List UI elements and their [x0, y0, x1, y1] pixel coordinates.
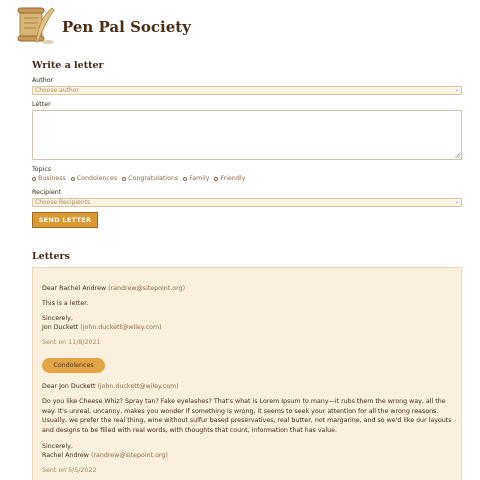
topic-option-business[interactable]: Business [32, 175, 66, 182]
send-letter-button[interactable]: SEND LETTER [32, 212, 98, 228]
letter-sent-date: Sent on 11/8/2021 [42, 339, 101, 346]
topic-label: Congratulations [128, 175, 179, 182]
recipient-email: (john.duckett@wiley.com) [97, 383, 179, 390]
author-label: Author [32, 77, 54, 84]
radio-icon[interactable] [122, 176, 127, 181]
chevron-down-icon: ⌄ [454, 199, 459, 205]
sender-email: (randrew@sitepoint.org) [90, 452, 168, 459]
resize-grip-icon[interactable] [455, 153, 460, 158]
letter-signature: Jon Duckett (john.duckett@wiley.com) [42, 324, 162, 331]
radio-icon[interactable] [183, 176, 188, 181]
topics-group: Business Condolences Congratulations Fam… [32, 175, 245, 182]
site-title[interactable]: Pen Pal Society [62, 18, 191, 36]
radio-icon[interactable] [214, 176, 219, 181]
topic-option-family[interactable]: Family [183, 175, 209, 182]
sender-name: Rachel Andrew [42, 452, 89, 459]
topic-label: Business [38, 175, 66, 182]
scroll-quill-icon [14, 4, 60, 48]
topic-label: Friendly [220, 175, 246, 182]
letter-closing: Sincerely, [42, 443, 73, 450]
letter-label: Letter [32, 101, 51, 108]
letter-textarea[interactable] [32, 110, 462, 160]
letter-body: Do you like Cheese Whiz? Spray tan? Fake… [42, 398, 452, 434]
letter-sent-date: Sent on 5/5/2022 [42, 467, 97, 474]
topics-label: Topics [32, 166, 52, 173]
letters-panel [32, 267, 462, 480]
letter-signature: Rachel Andrew (randrew@sitepoint.org) [42, 452, 168, 459]
topic-label: Condolences [76, 175, 118, 182]
recipient-label: Recipient [32, 189, 62, 196]
topic-label: Family [189, 175, 210, 182]
sender-name: Jon Duckett [42, 324, 79, 331]
sender-email: (john.duckett@wiley.com) [80, 324, 162, 331]
radio-icon[interactable] [32, 176, 36, 181]
topic-option-congratulations[interactable]: Congratulations [122, 175, 178, 182]
recipient-select-value: Choose Recipients [35, 199, 91, 206]
author-select-value: Choose author [35, 87, 79, 94]
site-header: Pen Pal Society [14, 4, 191, 48]
letter-greeting: Dear Rachel Andrew (randrew@sitepoint.or… [42, 285, 185, 292]
topic-tag-badge: Condolences [42, 358, 105, 373]
topic-option-friendly[interactable]: Friendly [214, 175, 245, 182]
letter-body: This is a letter. [42, 300, 89, 307]
topic-option-condolences[interactable]: Condolences [70, 175, 118, 182]
letter-closing: Sincerely, [42, 315, 73, 322]
recipient-name: Dear Rachel Andrew [42, 285, 107, 292]
recipient-name: Dear Jon Duckett [42, 383, 96, 390]
letters-heading: Letters [32, 251, 70, 262]
chevron-down-icon: ⌄ [454, 87, 459, 93]
recipient-email: (randrew@sitepoint.org) [108, 285, 186, 292]
author-select[interactable]: Choose author ⌄ [32, 86, 462, 95]
letter-greeting: Dear Jon Duckett (john.duckett@wiley.com… [42, 383, 179, 390]
write-letter-heading: Write a letter [32, 60, 104, 71]
radio-icon[interactable] [70, 176, 75, 181]
recipient-select[interactable]: Choose Recipients ⌄ [32, 198, 462, 207]
